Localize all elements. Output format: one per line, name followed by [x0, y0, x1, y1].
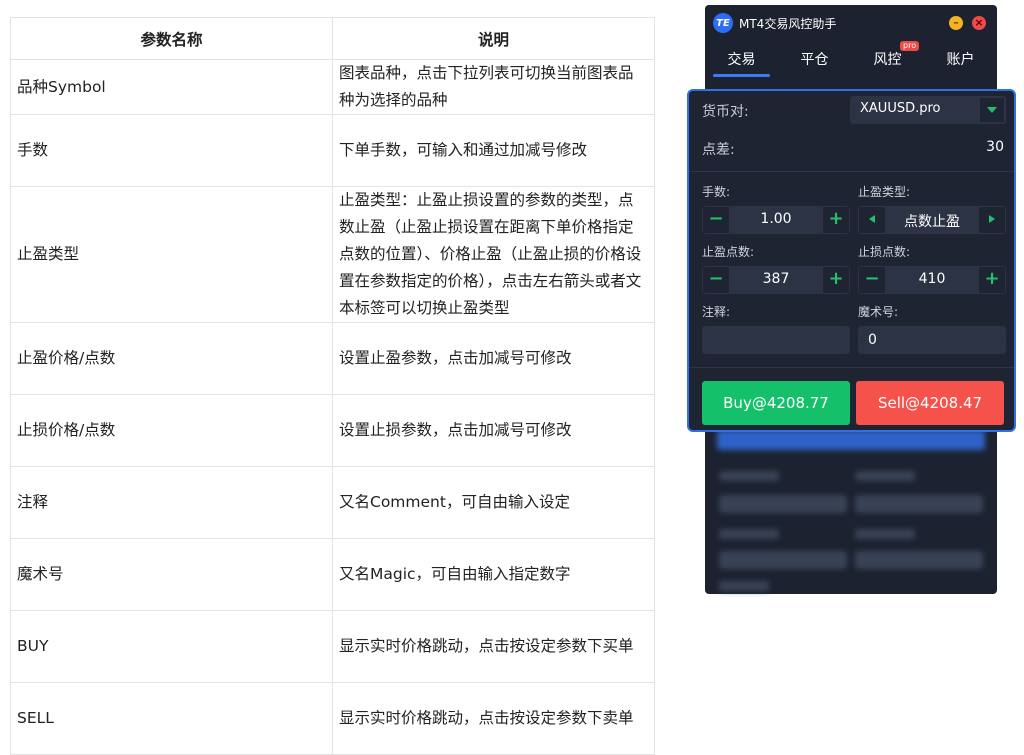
lots-minus-button[interactable]: − [703, 207, 729, 233]
blurred-content [855, 529, 915, 539]
table-row: 品种Symbol 图表品种，点击下拉列表可切换当前图表品种为选择的品种 [10, 59, 655, 115]
magic-label: 魔术号: [858, 305, 899, 319]
pro-badge: pro [900, 41, 920, 51]
param-name: 手数 [10, 114, 333, 187]
close-button[interactable]: × [972, 16, 986, 30]
tab-trade[interactable]: 交易 [705, 45, 778, 79]
tp-points-label: 止盈点数: [702, 245, 755, 259]
param-name: 魔术号 [10, 538, 333, 611]
table-row: 注释 又名Comment，可自由输入设定 [10, 466, 655, 539]
magic-input[interactable]: 0 [858, 326, 1006, 354]
divider [689, 171, 1014, 172]
spread-value: 30 [986, 139, 1004, 155]
app-title: MT4交易风控助手 [739, 17, 837, 31]
param-desc: 下单手数，可输入和通过加减号修改 [332, 114, 655, 187]
blurred-content [855, 471, 915, 481]
tab-account[interactable]: 账户 [924, 45, 997, 79]
sl-minus-button[interactable]: − [859, 267, 885, 293]
comment-label: 注释: [702, 305, 731, 319]
blurred-content [719, 529, 779, 539]
table-row: 魔术号 又名Magic，可自由输入指定数字 [10, 538, 655, 611]
trade-panel: 货币对: XAUUSD.pro 点差: 30 手数: 止盈类型: − 1.00 … [687, 89, 1016, 432]
param-name: 品种Symbol [10, 59, 333, 115]
blurred-content [719, 551, 847, 569]
blurred-content [855, 551, 983, 569]
tab-close-position[interactable]: 平仓 [778, 45, 851, 79]
table-row: 手数 下单手数，可输入和通过加减号修改 [10, 114, 655, 187]
app-logo-icon: TE [713, 13, 733, 33]
lots-plus-button[interactable]: + [823, 207, 849, 233]
header-description: 说明 [332, 17, 655, 60]
spread-label: 点差: [702, 142, 735, 158]
table-row: 止损价格/点数 设置止损参数，点击加减号可修改 [10, 394, 655, 467]
sl-plus-button[interactable]: + [979, 267, 1005, 293]
minimize-button[interactable]: – [949, 16, 963, 30]
blurred-content [719, 471, 779, 481]
blurred-content [719, 581, 769, 591]
param-desc: 图表品种，点击下拉列表可切换当前图表品种为选择的品种 [332, 59, 655, 115]
dropdown-arrow-icon[interactable] [980, 98, 1004, 122]
lots-label: 手数: [702, 185, 731, 199]
tp-type-value[interactable]: 点数止盈 [886, 211, 978, 231]
tp-type-prev-button[interactable] [859, 207, 885, 233]
param-desc: 又名Magic，可自由输入指定数字 [332, 538, 655, 611]
divider [689, 367, 1014, 368]
sl-points-label: 止损点数: [858, 245, 911, 259]
pair-label: 货币对: [702, 104, 749, 120]
blurred-content [719, 495, 847, 513]
table-row: BUY 显示实时价格跳动，点击按设定参数下买单 [10, 610, 655, 683]
param-name: 止损价格/点数 [10, 394, 333, 467]
param-name: 止盈类型 [10, 186, 333, 323]
blurred-content [717, 430, 985, 450]
parameter-table: 参数名称 说明 品种Symbol 图表品种，点击下拉列表可切换当前图表品种为选择… [10, 17, 655, 755]
sl-points-stepper: − 410 + [858, 266, 1006, 294]
symbol-select[interactable]: XAUUSD.pro [850, 96, 1006, 124]
sl-points-input[interactable]: 410 [886, 271, 978, 287]
param-name: 注释 [10, 466, 333, 539]
title-bar[interactable]: TE MT4交易风控助手 – × [705, 5, 997, 41]
tp-points-stepper: − 387 + [702, 266, 850, 294]
tp-type-switcher: 点数止盈 [858, 206, 1006, 234]
buy-button[interactable]: Buy@4208.77 [702, 381, 850, 425]
header-param-name: 参数名称 [10, 17, 333, 60]
table-row: 止盈类型 止盈类型：止盈止损设置的参数的类型，点数止盈（止盈止损设置在距离下单价… [10, 186, 655, 323]
blurred-content [855, 495, 983, 513]
tp-type-next-button[interactable] [979, 207, 1005, 233]
arrow-right-icon [989, 215, 995, 223]
sell-button[interactable]: Sell@4208.47 [856, 381, 1004, 425]
tp-minus-button[interactable]: − [703, 267, 729, 293]
param-name: SELL [10, 682, 333, 755]
symbol-value: XAUUSD.pro [860, 101, 941, 116]
param-name: BUY [10, 610, 333, 683]
param-desc: 显示实时价格跳动，点击按设定参数下买单 [332, 610, 655, 683]
tp-points-input[interactable]: 387 [730, 271, 822, 287]
param-desc: 止盈类型：止盈止损设置的参数的类型，点数止盈（止盈止损设置在距离下单价格指定点数… [332, 186, 655, 323]
tp-type-label: 止盈类型: [858, 185, 911, 199]
tab-bar: 交易 平仓 风控 账户 [705, 45, 997, 79]
lots-stepper: − 1.00 + [702, 206, 850, 234]
arrow-left-icon [869, 215, 875, 223]
table-row: 止盈价格/点数 设置止盈参数，点击加减号可修改 [10, 322, 655, 395]
lots-input[interactable]: 1.00 [730, 211, 822, 227]
comment-input[interactable] [702, 326, 850, 354]
table-row: SELL 显示实时价格跳动，点击按设定参数下卖单 [10, 682, 655, 755]
tp-plus-button[interactable]: + [823, 267, 849, 293]
param-desc: 设置止盈参数，点击加减号可修改 [332, 322, 655, 395]
param-desc: 设置止损参数，点击加减号可修改 [332, 394, 655, 467]
param-desc: 又名Comment，可自由输入设定 [332, 466, 655, 539]
param-desc: 显示实时价格跳动，点击按设定参数下卖单 [332, 682, 655, 755]
param-name: 止盈价格/点数 [10, 322, 333, 395]
